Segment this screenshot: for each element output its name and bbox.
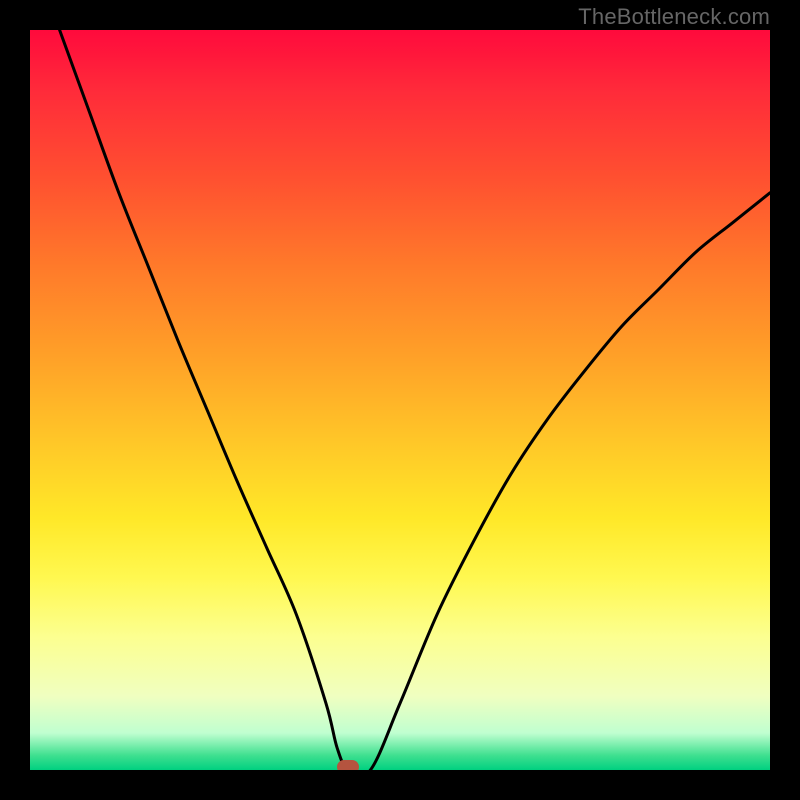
chart-frame: TheBottleneck.com <box>0 0 800 800</box>
plot-area <box>30 30 770 770</box>
watermark-label: TheBottleneck.com <box>578 4 770 30</box>
bottleneck-curve-path <box>60 30 770 770</box>
optimal-point-marker <box>337 760 359 770</box>
bottleneck-curve-svg <box>30 30 770 770</box>
